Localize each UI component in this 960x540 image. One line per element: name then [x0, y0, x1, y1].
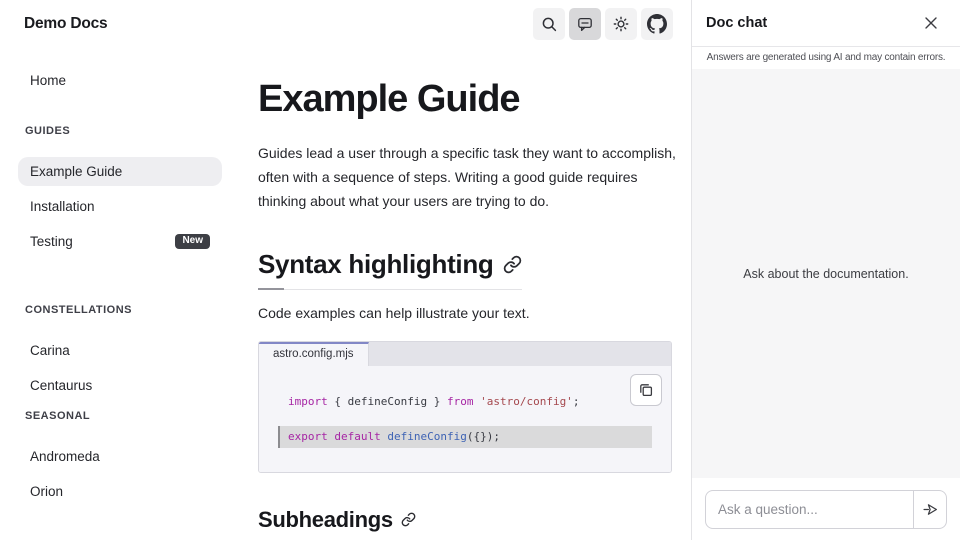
- search-icon: [541, 16, 557, 32]
- section-heading-text: Syntax highlighting: [258, 249, 494, 280]
- sidebar-item-label: Example Guide: [30, 164, 122, 179]
- search-button[interactable]: [533, 8, 565, 40]
- sun-icon: [613, 16, 629, 32]
- section-heading-text: Subheadings: [258, 507, 393, 533]
- sidebar-item-orion[interactable]: Orion: [18, 477, 222, 506]
- sidebar-group-label: SEASONAL: [18, 410, 222, 422]
- sidebar-group-guides: GUIDES Example Guide Installation Testing Ne…: [18, 125, 222, 256]
- code-tab-active[interactable]: astro.config.mjs: [259, 342, 369, 366]
- sidebar-item-carina[interactable]: Carina: [18, 336, 222, 365]
- sidebar-item-label: Carina: [30, 343, 70, 358]
- chat-disclaimer: Answers are generated using AI and may c…: [692, 47, 960, 69]
- chat-header: Doc chat: [692, 0, 960, 47]
- sidebar-item-label: Orion: [30, 484, 63, 499]
- sidebar-item-andromeda[interactable]: Andromeda: [18, 442, 222, 471]
- sidebar-group-constellations: CONSTELLATIONS Carina Centaurus: [18, 304, 222, 400]
- copy-icon: [638, 382, 654, 398]
- sidebar-item-centaurus[interactable]: Centaurus: [18, 371, 222, 400]
- close-chat-button[interactable]: [921, 13, 941, 33]
- section-heading-subheadings: Subheadings: [258, 507, 416, 533]
- article: Example Guide Guides lead a user through…: [242, 48, 691, 540]
- new-badge: New: [175, 234, 210, 249]
- copy-code-button[interactable]: [630, 374, 662, 406]
- code-lines: import { defineConfig } from 'astro/conf…: [259, 394, 671, 448]
- sidebar-item-label: Installation: [30, 199, 95, 214]
- send-button[interactable]: [913, 491, 946, 528]
- intro-paragraph: Guides lead a user through a specific ta…: [258, 141, 678, 213]
- site-title[interactable]: Demo Docs: [24, 15, 107, 33]
- sidebar-group-label: GUIDES: [18, 125, 222, 137]
- site-header: Demo Docs: [0, 0, 691, 48]
- code-body: import { defineConfig } from 'astro/conf…: [259, 366, 671, 472]
- send-icon: [922, 501, 939, 518]
- sidebar-item-label: Centaurus: [30, 378, 92, 393]
- chat-bubble-icon: [577, 16, 593, 32]
- doc-chat-panel: Doc chat Answers are generated using AI …: [691, 0, 960, 540]
- sidebar-item-label: Andromeda: [30, 449, 100, 464]
- chat-input[interactable]: [706, 491, 913, 528]
- code-line: import { defineConfig } from 'astro/conf…: [259, 394, 671, 410]
- close-icon: [924, 16, 938, 30]
- header-toolbar: [533, 8, 673, 40]
- content-row: Home GUIDES Example Guide Installation Testi…: [0, 48, 691, 540]
- anchor-link-icon[interactable]: [503, 255, 522, 274]
- github-link[interactable]: [641, 8, 673, 40]
- code-line-highlighted: export default defineConfig({});: [278, 426, 652, 448]
- code-block: astro.config.mjs import { defineConfig }…: [258, 341, 672, 473]
- page-title: Example Guide: [258, 78, 691, 122]
- sidebar-item-installation[interactable]: Installation: [18, 192, 222, 221]
- sidebar-group-seasonal: SEASONAL Andromeda Orion: [18, 410, 222, 506]
- chat-input-area: [692, 478, 960, 540]
- code-line: [259, 410, 671, 426]
- sidebar-item-home[interactable]: Home: [18, 66, 222, 95]
- anchor-link-icon[interactable]: [401, 512, 416, 527]
- sidebar-item-label: Home: [30, 73, 66, 88]
- code-caption: Code examples can help illustrate your t…: [258, 305, 691, 321]
- chat-input-box: [705, 490, 947, 529]
- doc-chat-button[interactable]: [569, 8, 601, 40]
- code-tab-bar: astro.config.mjs: [259, 342, 671, 366]
- github-icon: [647, 14, 667, 34]
- sidebar-item-testing[interactable]: Testing New: [18, 227, 222, 256]
- sidebar: Home GUIDES Example Guide Installation Testi…: [0, 48, 242, 540]
- sidebar-group-label: CONSTELLATIONS: [18, 304, 222, 316]
- sidebar-item-label: Testing: [30, 234, 73, 249]
- theme-toggle-button[interactable]: [605, 8, 637, 40]
- app-window: Demo Docs: [0, 0, 960, 540]
- main-area: Demo Docs: [0, 0, 691, 540]
- sidebar-item-example-guide[interactable]: Example Guide: [18, 157, 222, 186]
- chat-messages: Ask about the documentation.: [692, 69, 960, 478]
- chat-title: Doc chat: [706, 15, 767, 31]
- section-heading-syntax-highlighting: Syntax highlighting: [258, 249, 522, 290]
- chat-empty-state: Ask about the documentation.: [743, 267, 908, 281]
